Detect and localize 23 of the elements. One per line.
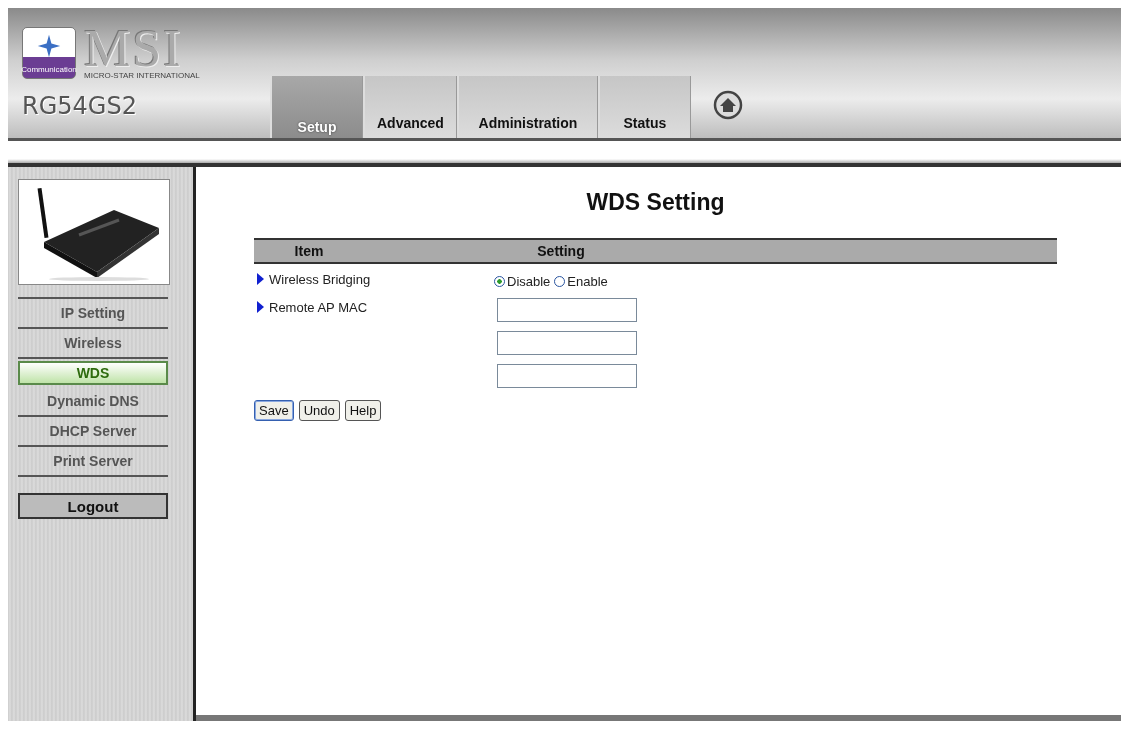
radio-option[interactable]: Disable <box>494 270 551 292</box>
form-button[interactable]: Help <box>344 400 382 421</box>
radio-option[interactable]: Enable <box>554 270 608 292</box>
logo-text: MSI <box>84 27 183 71</box>
form-button[interactable]: Undo <box>298 400 340 421</box>
model-name: RG54GS2 <box>22 92 138 120</box>
sidebar-item[interactable]: Wireless <box>18 329 168 359</box>
field-label: Remote AP MAC <box>269 300 368 315</box>
nav-tab[interactable]: Status <box>597 76 691 138</box>
nav-tab[interactable]: Administration <box>456 76 598 138</box>
sidebar-item[interactable]: Print Server <box>18 447 168 477</box>
logo-subtitle: MICRO-STAR INTERNATIONAL <box>84 71 200 80</box>
sidebar-item[interactable]: Dynamic DNS <box>18 387 168 417</box>
field-label: Wireless Bridging <box>269 272 371 287</box>
sidebar-item[interactable]: IP Setting <box>18 299 168 329</box>
form-button[interactable]: Save <box>254 400 294 421</box>
nav-tab[interactable]: Advanced <box>363 76 457 138</box>
sidebar-item[interactable]: WDS <box>18 361 168 385</box>
page-title: WDS Setting <box>585 189 726 216</box>
column-header: Setting <box>536 243 586 259</box>
sidebar-item[interactable]: DHCP Server <box>18 417 168 447</box>
logout-button[interactable]: Logout <box>18 493 168 519</box>
column-header: Item <box>293 243 325 259</box>
